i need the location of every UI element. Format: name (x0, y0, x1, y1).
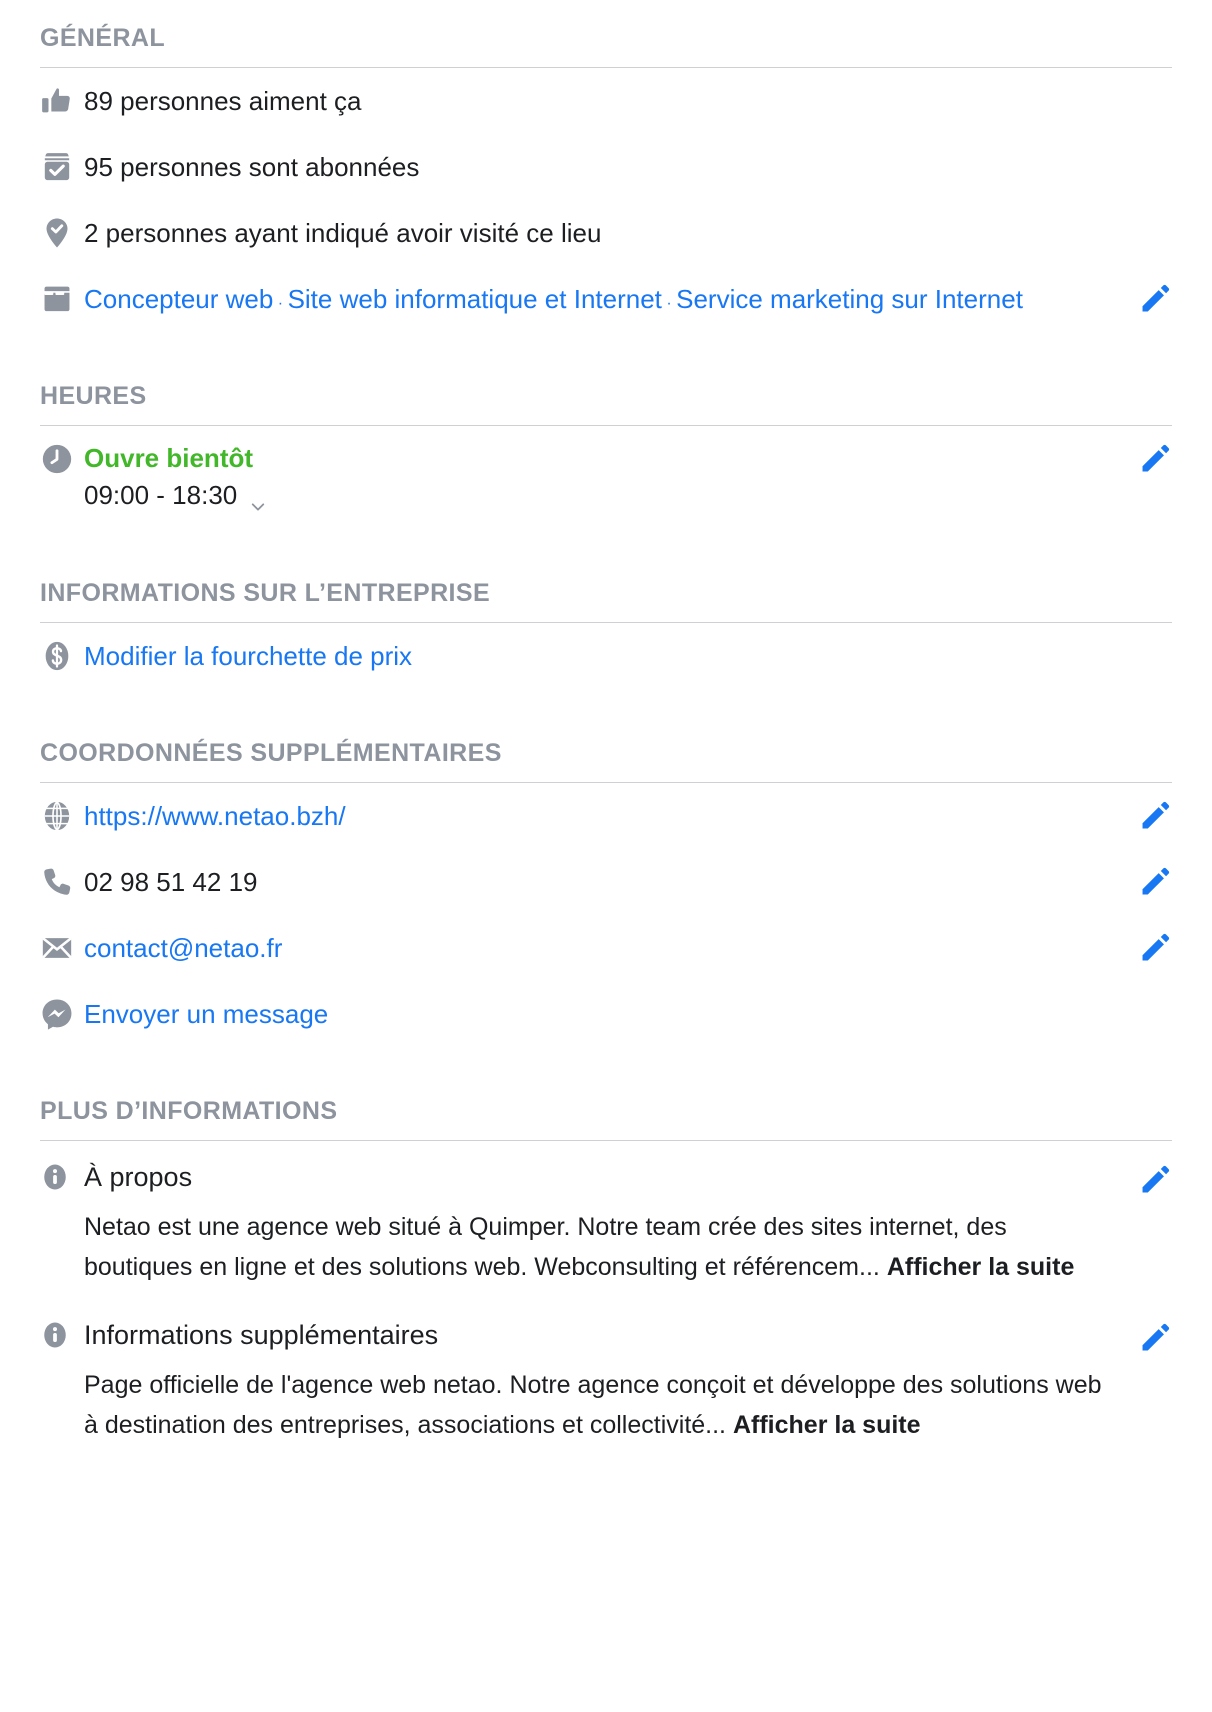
likes-count-text: 89 personnes aiment ça (84, 86, 362, 116)
block-about: À propos Netao est une agence web situé … (40, 1141, 1172, 1287)
edit-additional-info-button[interactable] (1138, 1321, 1172, 1355)
row-email-body: contact@netao.fr (84, 929, 1172, 967)
row-phone-body: 02 98 51 42 19 (84, 863, 1172, 901)
envelope-icon (40, 929, 84, 967)
chevron-down-icon[interactable] (249, 487, 265, 511)
category-separator-1: · (273, 295, 288, 312)
checkins-count-text: 2 personnes ayant indiqué avoir visité c… (84, 218, 602, 248)
hours-status-text: Ouvre bientôt (84, 443, 254, 473)
edit-hours-button[interactable] (1138, 442, 1172, 476)
website-link[interactable]: https://www.netao.bzh/ (84, 801, 346, 831)
messenger-icon (40, 995, 84, 1033)
section-title-contact: COORDONNÉES SUPPLÉMENTAIRES (40, 739, 502, 767)
about-body-text: Netao est une agence web situé à Quimper… (84, 1213, 1007, 1281)
info-circle-icon (40, 1160, 84, 1194)
thumbs-up-icon (40, 82, 84, 120)
section-contact: COORDONNÉES SUPPLÉMENTAIRES https://www.… (40, 715, 1172, 1047)
additional-body: Page officielle de l'agence web netao. N… (84, 1353, 1172, 1445)
page-info-panel: GÉNÉRAL 89 personnes aiment ça 95 person… (0, 0, 1212, 1445)
phone-number-text: 02 98 51 42 19 (84, 867, 258, 897)
edit-phone-button[interactable] (1138, 865, 1172, 899)
row-price-range-body: Modifier la fourchette de prix (84, 637, 1172, 675)
section-title-hours: HEURES (40, 382, 147, 410)
row-categories-body: Concepteur web · Site web informatique e… (84, 280, 1172, 318)
row-likes-body: 89 personnes aiment ça (84, 82, 1172, 120)
row-hours-body: Ouvre bientôt 09:00 - 18:30 (84, 440, 1172, 515)
edit-email-button[interactable] (1138, 931, 1172, 965)
hours-range-row[interactable]: 09:00 - 18:30 (84, 475, 1102, 515)
hours-range-text: 09:00 - 18:30 (84, 480, 238, 510)
edit-about-button[interactable] (1138, 1163, 1172, 1197)
row-hours: Ouvre bientôt 09:00 - 18:30 (40, 426, 1172, 529)
edit-price-range-link[interactable]: Modifier la fourchette de prix (84, 641, 412, 671)
row-followers: 95 personnes sont abonnées (40, 134, 1172, 200)
edit-website-button[interactable] (1138, 799, 1172, 833)
email-link[interactable]: contact@netao.fr (84, 933, 282, 963)
follow-check-icon (40, 148, 84, 186)
clock-icon (40, 440, 84, 478)
briefcase-icon (40, 280, 84, 318)
additional-heading-text: Informations supplémentaires (84, 1320, 439, 1350)
category-link-1[interactable]: Concepteur web (84, 284, 273, 314)
additional-show-more-link[interactable]: Afficher la suite (733, 1411, 921, 1439)
additional-heading-row: Informations supplémentaires (40, 1317, 1172, 1353)
section-hours: HEURES Ouvre bientôt 09:00 - 18:30 (40, 358, 1172, 529)
row-website-body: https://www.netao.bzh/ (84, 797, 1172, 835)
row-messenger: Envoyer un message (40, 981, 1172, 1047)
about-heading-row: À propos (40, 1159, 1172, 1195)
category-separator-2: · (661, 295, 677, 312)
about-body: Netao est une agence web situé à Quimper… (84, 1195, 1172, 1287)
globe-icon (40, 797, 84, 835)
row-email: contact@netao.fr (40, 915, 1172, 981)
section-title-general: GÉNÉRAL (40, 24, 166, 52)
dollar-coin-icon (40, 637, 84, 675)
section-general: GÉNÉRAL 89 personnes aiment ça 95 person… (40, 0, 1172, 332)
section-title-business-info: INFORMATIONS SUR L’ENTREPRISE (40, 579, 491, 607)
info-circle-icon (40, 1318, 84, 1352)
edit-categories-button[interactable] (1138, 282, 1172, 316)
phone-icon (40, 863, 84, 901)
section-business-info: INFORMATIONS SUR L’ENTREPRISE Modifier l… (40, 555, 1172, 689)
row-followers-body: 95 personnes sont abonnées (84, 148, 1172, 186)
section-title-more-info: PLUS D’INFORMATIONS (40, 1097, 338, 1125)
section-more-info: PLUS D’INFORMATIONS À propos Netao est u… (40, 1073, 1172, 1445)
row-likes: 89 personnes aiment ça (40, 68, 1172, 134)
followers-count-text: 95 personnes sont abonnées (84, 152, 420, 182)
location-pin-check-icon (40, 214, 84, 252)
row-messenger-body: Envoyer un message (84, 995, 1172, 1033)
row-price-range: Modifier la fourchette de prix (40, 623, 1172, 689)
category-link-2[interactable]: Site web informatique et Internet (288, 284, 662, 314)
row-checkins: 2 personnes ayant indiqué avoir visité c… (40, 200, 1172, 266)
row-website: https://www.netao.bzh/ (40, 783, 1172, 849)
block-additional-info: Informations supplémentaires Page offici… (40, 1299, 1172, 1445)
additional-body-text: Page officielle de l'agence web netao. N… (84, 1371, 1102, 1439)
category-link-3[interactable]: Service marketing sur Internet (676, 284, 1023, 314)
about-show-more-link[interactable]: Afficher la suite (887, 1253, 1075, 1281)
send-message-link[interactable]: Envoyer un message (84, 999, 328, 1029)
about-heading-text: À propos (84, 1162, 193, 1192)
row-checkins-body: 2 personnes ayant indiqué avoir visité c… (84, 214, 1172, 252)
row-phone: 02 98 51 42 19 (40, 849, 1172, 915)
row-categories: Concepteur web · Site web informatique e… (40, 266, 1172, 332)
